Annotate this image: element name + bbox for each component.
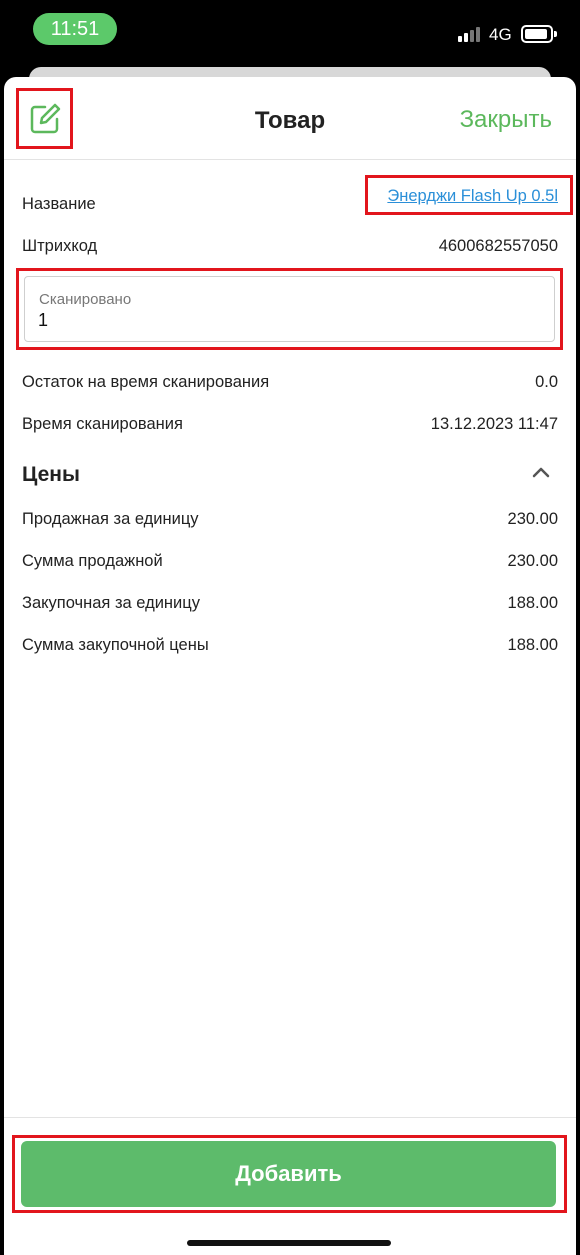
product-name-link[interactable]: Энерджи Flash Up 0.5l (387, 187, 558, 206)
sheet-header: Товар Закрыть (4, 77, 576, 160)
price-row: Сумма продажной 230.00 (22, 548, 558, 578)
price-row: Закупочная за единицу 188.00 (22, 590, 558, 620)
prices-section-title: Цены (22, 463, 80, 486)
scan-time-label: Время сканирования (22, 415, 183, 433)
add-button-highlight: Добавить (12, 1135, 567, 1213)
stock-row: Остаток на время сканирования 0.0 (22, 369, 558, 399)
scan-time-row: Время сканирования 13.12.2023 11:47 (22, 411, 558, 441)
price-label: Закупочная за единицу (22, 594, 200, 612)
name-row: Название Энерджи Flash Up 0.5l (22, 175, 573, 221)
scanned-field-highlight: Сканировано 1 (16, 268, 563, 350)
name-label: Название (22, 195, 96, 213)
battery-icon (521, 25, 557, 43)
price-label: Сумма закупочной цены (22, 636, 209, 654)
network-type: 4G (489, 25, 512, 44)
stock-value: 0.0 (535, 373, 558, 391)
scan-time-value: 13.12.2023 11:47 (430, 415, 558, 433)
price-value: 188.00 (507, 594, 558, 612)
scanned-label: Сканировано (39, 291, 132, 308)
price-row: Сумма закупочной цены 188.00 (22, 632, 558, 662)
close-button[interactable]: Закрыть (460, 106, 552, 134)
barcode-row: Штрихкод 4600682557050 (22, 233, 558, 263)
product-sheet: Товар Закрыть Название Энерджи Flash Up … (4, 77, 576, 1255)
stock-label: Остаток на время сканирования (22, 373, 270, 391)
home-indicator[interactable] (187, 1240, 391, 1246)
barcode-value: 4600682557050 (438, 237, 558, 255)
chevron-up-icon[interactable] (531, 463, 551, 483)
scanned-quantity-input[interactable]: Сканировано 1 (24, 276, 555, 342)
price-value: 188.00 (507, 636, 558, 654)
sheet-footer: Добавить (4, 1117, 576, 1255)
scanned-value: 1 (38, 310, 49, 330)
cellular-signal-icon (458, 26, 484, 42)
status-bar: 11:51 4G (0, 0, 580, 62)
add-button[interactable]: Добавить (21, 1141, 556, 1207)
barcode-label: Штрихкод (22, 237, 98, 255)
price-value: 230.00 (507, 510, 558, 528)
name-link-highlight: Энерджи Flash Up 0.5l (365, 175, 573, 215)
status-time: 11:51 (33, 13, 117, 45)
price-label: Продажная за единицу (22, 510, 199, 528)
price-row: Продажная за единицу 230.00 (22, 506, 558, 536)
price-value: 230.00 (507, 552, 558, 570)
price-label: Сумма продажной (22, 552, 163, 570)
